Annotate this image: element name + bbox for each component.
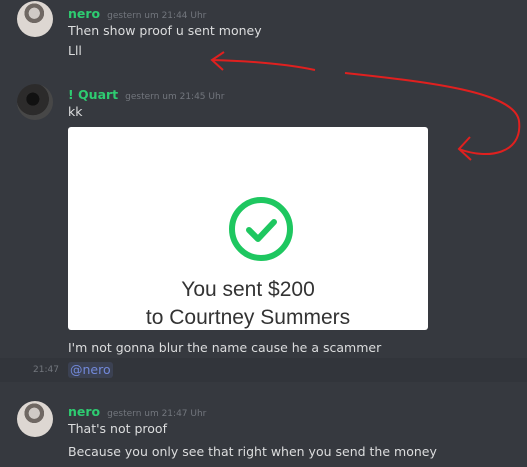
timestamp: gestern um 21:44 Uhr — [107, 11, 207, 21]
user-mention[interactable]: @nero — [68, 362, 113, 378]
message-text: I'm not gonna blur the name cause he a s… — [68, 340, 382, 355]
message-text: Because you only see that right when you… — [68, 444, 437, 459]
hover-timestamp: 21:47 — [33, 365, 59, 375]
image-attachment[interactable]: You sent $200 to Courtney Summers — [68, 127, 428, 330]
username[interactable]: nero — [68, 6, 100, 21]
message-text: Lll — [68, 43, 82, 58]
username[interactable]: ! Quart — [68, 87, 118, 102]
message-text: Then show proof u sent money — [68, 23, 262, 38]
message-text: kk — [68, 104, 83, 119]
message-header: nero gestern um 21:47 Uhr — [68, 403, 206, 419]
message-row-highlighted: 21:47 @nero — [0, 358, 527, 382]
avatar[interactable] — [17, 84, 53, 120]
timestamp: gestern um 21:47 Uhr — [107, 409, 207, 419]
message-text: That's not proof — [68, 421, 167, 436]
avatar[interactable] — [17, 401, 53, 437]
message-header: ! Quart gestern um 21:45 Uhr — [68, 86, 224, 102]
payment-amount-text: You sent $200 — [181, 278, 315, 301]
check-circle-icon — [229, 197, 293, 261]
username[interactable]: nero — [68, 404, 100, 419]
avatar[interactable] — [17, 1, 53, 37]
message-header: nero gestern um 21:44 Uhr — [68, 5, 206, 21]
timestamp: gestern um 21:45 Uhr — [125, 92, 225, 102]
payment-recipient-text: to Courtney Summers — [145, 306, 351, 329]
